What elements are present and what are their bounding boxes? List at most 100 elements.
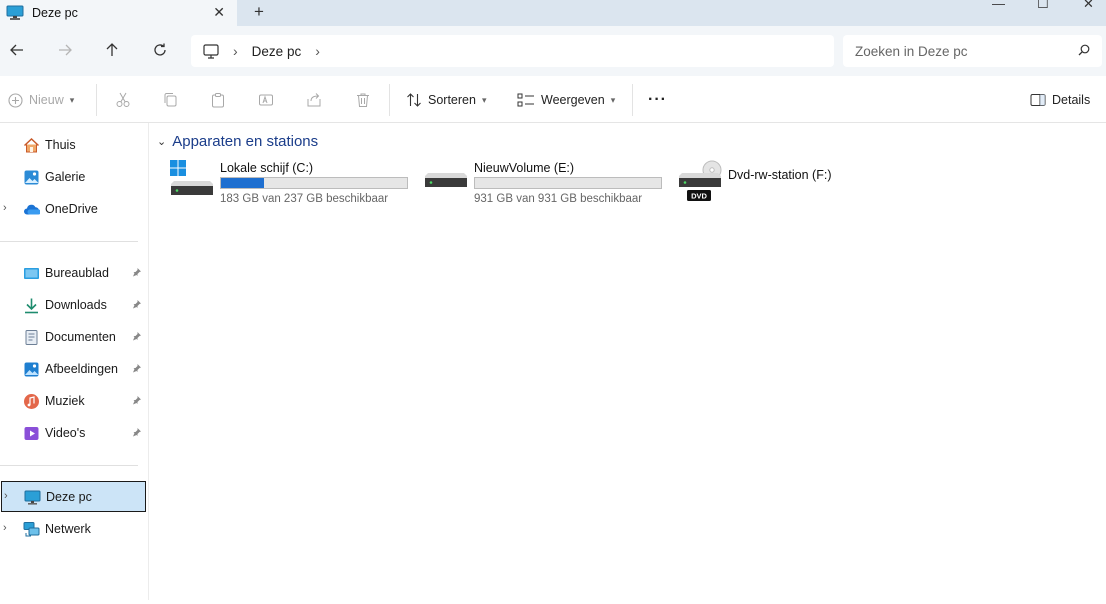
- close-window-button[interactable]: ✕: [1083, 0, 1094, 12]
- pin-icon[interactable]: [132, 331, 142, 341]
- group-title: Apparaten en stations: [172, 133, 319, 150]
- search-input[interactable]: [855, 41, 1070, 61]
- clipboard-icon: [212, 93, 224, 108]
- up-button[interactable]: [101, 39, 123, 61]
- monitor-icon: [6, 5, 24, 20]
- share-button[interactable]: [306, 89, 322, 111]
- sidebar-item-thuis[interactable]: Thuis: [0, 131, 146, 159]
- music-icon: [24, 394, 39, 409]
- pin-icon[interactable]: [132, 427, 142, 437]
- forward-button[interactable]: [54, 39, 76, 61]
- group-header-devices[interactable]: ⌄ Apparaten en stations: [157, 133, 318, 150]
- arrow-right-icon: [59, 44, 72, 56]
- downloads-icon: [25, 298, 38, 314]
- new-button[interactable]: Nieuw ▾: [8, 89, 74, 111]
- details-pane-icon: [1030, 94, 1046, 106]
- videos-icon: [24, 427, 39, 440]
- tab-title: Deze pc: [32, 6, 78, 20]
- divider: [389, 84, 390, 116]
- address-bar[interactable]: › Deze pc ›: [191, 35, 834, 67]
- sidebar-item-downloads[interactable]: Downloads: [0, 291, 146, 319]
- dvd-badge: DVD: [691, 192, 707, 201]
- sort-icon: [407, 93, 421, 107]
- hard-drive-icon: [425, 173, 467, 187]
- arrow-left-icon: [10, 44, 23, 56]
- chevron-down-icon: ⌄: [157, 136, 167, 148]
- new-label: Nieuw: [29, 93, 64, 107]
- sort-button[interactable]: Sorteren ▾: [406, 89, 486, 111]
- chevron-down-icon: ▾: [610, 94, 616, 105]
- drive-name: NieuwVolume (E:): [474, 161, 575, 175]
- drive-f[interactable]: DVD Dvd-rw-station (F:): [678, 160, 878, 208]
- sidebar-item-netwerk[interactable]: › Netwerk: [0, 515, 146, 543]
- scissors-icon: [116, 92, 130, 107]
- sidebar-item-onedrive[interactable]: › OneDrive: [0, 195, 146, 223]
- breadcrumb-chevron-icon[interactable]: ›: [315, 43, 320, 59]
- command-bar: Nieuw ▾ Sorteren ▾ Weergeven ▾ ··· Detai…: [0, 76, 1106, 123]
- dvd-drive-icon: DVD: [679, 160, 722, 201]
- pin-icon[interactable]: [132, 395, 142, 405]
- monitor-icon: [203, 43, 219, 59]
- breadcrumb-deze-pc[interactable]: Deze pc: [252, 44, 302, 59]
- back-button[interactable]: [6, 39, 28, 61]
- maximize-button[interactable]: ☐: [1037, 0, 1049, 12]
- share-icon: [307, 93, 321, 107]
- drive-free-space: 183 GB van 237 GB beschikbaar: [220, 193, 389, 205]
- sidebar-item-bureaublad[interactable]: Bureaublad: [0, 259, 146, 287]
- chevron-down-icon: ▾: [481, 94, 487, 105]
- search-box[interactable]: [843, 35, 1102, 67]
- search-icon: [1078, 44, 1090, 56]
- drive-c[interactable]: Lokale schijf (C:) 183 GB van 237 GB bes…: [170, 160, 415, 208]
- drive-usage-bar: [220, 177, 408, 189]
- view-label: Weergeven: [541, 93, 605, 107]
- divider: [96, 84, 97, 116]
- view-button[interactable]: Weergeven ▾: [517, 89, 615, 111]
- onedrive-icon: [24, 204, 40, 215]
- chevron-right-icon[interactable]: ›: [3, 202, 7, 214]
- sidebar-divider: [0, 241, 138, 242]
- minimize-button[interactable]: —: [992, 0, 1005, 11]
- chevron-down-icon: ▾: [69, 94, 75, 105]
- sort-label: Sorteren: [428, 93, 476, 107]
- sidebar-item-documenten[interactable]: Documenten: [0, 323, 146, 351]
- drive-name: Lokale schijf (C:): [220, 161, 314, 175]
- content-area: ⌄ Apparaten en stations Lokale schijf (C…: [150, 123, 1106, 604]
- sidebar-divider: [0, 465, 138, 466]
- divider: [632, 84, 633, 116]
- refresh-button[interactable]: [149, 39, 171, 61]
- copy-button[interactable]: [162, 89, 178, 111]
- chevron-right-icon[interactable]: ›: [4, 490, 8, 502]
- cut-button[interactable]: [115, 89, 131, 111]
- pictures-icon: [24, 362, 39, 377]
- new-tab-button[interactable]: +: [254, 2, 264, 22]
- documents-icon: [25, 330, 38, 345]
- sidebar-item-afbeeldingen[interactable]: Afbeeldingen: [0, 355, 146, 383]
- tab-deze-pc[interactable]: Deze pc ✕: [0, 0, 237, 26]
- network-icon: [23, 522, 40, 537]
- sidebar-item-muziek[interactable]: Muziek: [0, 387, 146, 415]
- chevron-right-icon[interactable]: ›: [3, 522, 7, 534]
- address-row: › Deze pc ›: [0, 26, 1106, 76]
- pin-icon[interactable]: [132, 299, 142, 309]
- plus-circle-icon: [8, 92, 23, 108]
- pin-icon[interactable]: [132, 363, 142, 373]
- close-tab-icon[interactable]: ✕: [213, 4, 225, 21]
- gallery-icon: [24, 170, 39, 185]
- drive-free-space: 931 GB van 931 GB beschikbaar: [474, 193, 643, 205]
- view-list-icon: [517, 93, 534, 107]
- more-icon: ···: [648, 91, 667, 108]
- pin-icon[interactable]: [132, 267, 142, 277]
- sidebar-item-videos[interactable]: Video's: [0, 419, 146, 447]
- delete-button[interactable]: [355, 89, 371, 111]
- paste-button[interactable]: [210, 89, 226, 111]
- tab-strip: Deze pc ✕ + — ☐ ✕: [0, 0, 1106, 26]
- rename-icon: [259, 94, 273, 106]
- drive-usage-fill: [221, 178, 264, 188]
- home-icon: [23, 137, 40, 153]
- sidebar-item-deze-pc[interactable]: › Deze pc: [1, 481, 146, 512]
- more-options-button[interactable]: ···: [648, 89, 667, 111]
- sidebar-item-galerie[interactable]: Galerie: [0, 163, 146, 191]
- rename-button[interactable]: [258, 89, 274, 111]
- drive-e[interactable]: NieuwVolume (E:) 931 GB van 931 GB besch…: [424, 160, 669, 208]
- details-button[interactable]: Details: [1030, 89, 1090, 111]
